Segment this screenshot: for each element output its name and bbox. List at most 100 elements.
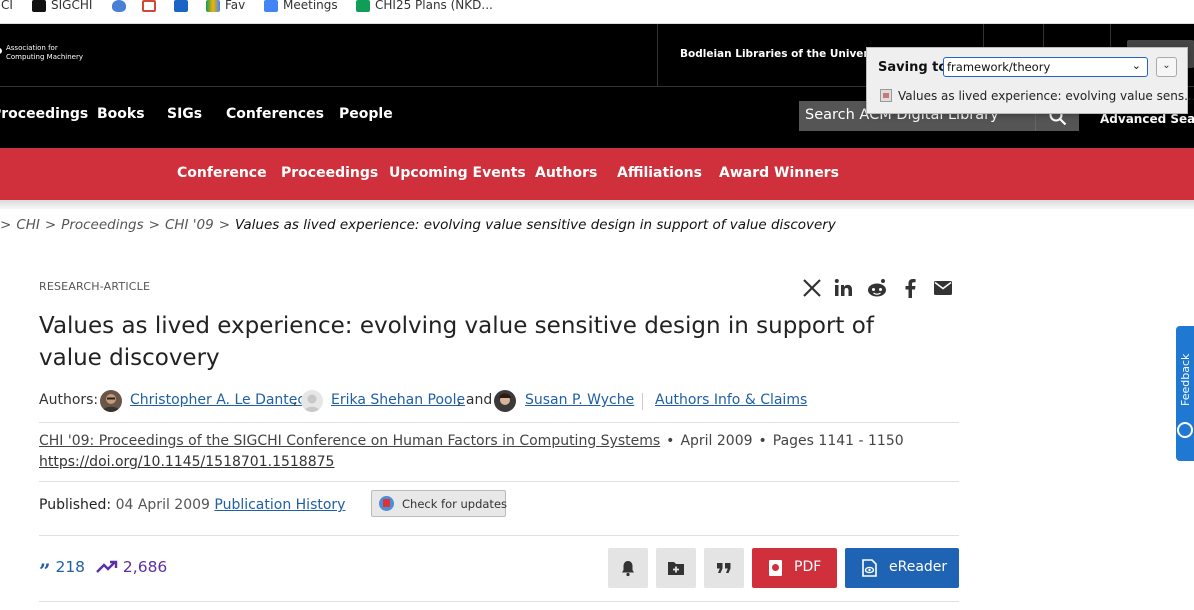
- doi-link[interactable]: https://doi.org/10.1145/1518701.1518875: [39, 454, 334, 470]
- google-docs-icon: [264, 0, 278, 12]
- check-for-updates-button[interactable]: Check for updates: [371, 490, 508, 517]
- crossmark-icon: [379, 496, 394, 511]
- divider: [983, 24, 984, 48]
- subnav-authors[interactable]: Authors: [535, 165, 597, 181]
- advanced-search-link[interactable]: Advanced Search: [1100, 112, 1194, 126]
- nav-conferences[interactable]: Conferences: [226, 106, 324, 122]
- divider: [39, 422, 959, 423]
- saved-item: Values as lived experience: evolving val…: [880, 89, 1194, 103]
- bell-icon: [622, 561, 634, 577]
- bookmark-label: HCI: [0, 0, 13, 12]
- subnav-award-winners[interactable]: Award Winners: [719, 165, 839, 181]
- authors-info-link[interactable]: Authors Info & Claims: [655, 392, 807, 408]
- published-label: Published:: [39, 497, 112, 513]
- author-avatar[interactable]: [301, 390, 323, 412]
- ereader-icon: [862, 559, 877, 577]
- article-title: Values as lived experience: evolving val…: [39, 313, 874, 371]
- outlook-icon: [174, 0, 188, 12]
- author-link[interactable]: Christopher A. Le Dantec: [130, 392, 305, 408]
- bookmark-meetings[interactable]: Meetings: [264, 0, 338, 14]
- publication-history-link[interactable]: Publication History: [214, 497, 345, 513]
- add-to-binder-button[interactable]: [656, 548, 696, 588]
- x-twitter-icon[interactable]: [801, 277, 823, 299]
- bookmark-label: Fav: [225, 0, 246, 12]
- subnav-proceedings[interactable]: Proceedings: [281, 165, 378, 181]
- subnav-affiliations[interactable]: Affiliations: [617, 165, 702, 181]
- blue-drop-icon: [112, 0, 126, 12]
- bullet: •: [758, 433, 767, 449]
- bookmark-hci[interactable]: HCI: [0, 0, 13, 14]
- email-icon[interactable]: [932, 277, 954, 299]
- chevron-down-icon: ⌄: [1162, 60, 1171, 71]
- feedback-icon: [1177, 422, 1193, 438]
- downloads-metric[interactable]: 2,686: [96, 558, 167, 576]
- citations-metric[interactable]: ” 218: [39, 558, 85, 581]
- author-link[interactable]: Susan P. Wyche: [525, 392, 634, 408]
- author-avatar[interactable]: [494, 390, 516, 412]
- zotero-save-popup: Saving to framework/theory ⌄ ⌄ Values as…: [866, 47, 1194, 114]
- bookmark-gmail[interactable]: [142, 0, 161, 14]
- breadcrumb-chi09[interactable]: CHI '09: [165, 217, 214, 233]
- download-count: 2,686: [122, 558, 168, 576]
- expand-popup-button[interactable]: ⌄: [1156, 57, 1177, 77]
- bookmark-blue[interactable]: [112, 0, 131, 14]
- ereader-button[interactable]: eReader: [845, 548, 959, 588]
- article-type: RESEARCH-ARTICLE: [39, 280, 151, 293]
- author-photo-icon: [499, 393, 511, 405]
- published-date: 04 April 2009: [115, 497, 210, 513]
- bookmarks-bar: HCI SIGCHI Fav Meetings CHI25 Plans (NKD…: [0, 0, 1194, 24]
- venue-link[interactable]: CHI '09: Proceedings of the SIGCHI Confe…: [39, 433, 660, 449]
- divider: [39, 535, 959, 536]
- nav-books[interactable]: Books: [97, 106, 145, 122]
- collection-select[interactable]: framework/theory ⌄: [943, 57, 1148, 77]
- default-avatar-icon: [304, 394, 320, 412]
- breadcrumb-chi[interactable]: CHI: [16, 217, 40, 233]
- bookmark-chi25[interactable]: CHI25 Plans (NKD...: [356, 0, 493, 14]
- divider: [1110, 24, 1111, 48]
- subnav-conference[interactable]: Conference: [177, 165, 267, 181]
- reddit-icon[interactable]: [866, 277, 888, 299]
- bookmark-sigchi[interactable]: SIGCHI: [32, 0, 92, 14]
- pdf-label: PDF: [794, 559, 822, 575]
- breadcrumb-separator: >: [0, 217, 12, 233]
- pdf-icon: [769, 560, 782, 576]
- document-icon: [880, 89, 892, 102]
- feedback-tab[interactable]: Feedback: [1176, 326, 1194, 461]
- sigchi-icon: [32, 0, 46, 12]
- nav-proceedings[interactable]: Proceedings: [0, 106, 88, 122]
- author-link[interactable]: Erika Shehan Poole: [331, 392, 465, 408]
- publication-info: CHI '09: Proceedings of the SIGCHI Confe…: [39, 433, 904, 449]
- gmail-icon: [142, 0, 156, 12]
- author-avatar[interactable]: [100, 390, 122, 412]
- bookmark-fav[interactable]: Fav: [206, 0, 245, 14]
- author-photo-icon: [102, 394, 120, 412]
- google-drive-icon: [206, 0, 220, 12]
- alert-button[interactable]: [608, 548, 648, 588]
- article-metrics: ” 218 2,686: [39, 558, 167, 581]
- cite-button[interactable]: [704, 548, 744, 588]
- acm-logo-icon: [0, 48, 2, 54]
- bookmark-label: Meetings: [283, 0, 338, 12]
- bullet: •: [666, 433, 675, 449]
- collection-value: framework/theory: [947, 60, 1051, 74]
- pdf-button[interactable]: PDF: [752, 548, 837, 588]
- breadcrumb-proceedings[interactable]: Proceedings: [61, 217, 143, 233]
- chevron-down-icon: ⌄: [1131, 59, 1141, 72]
- subnav-upcoming-events[interactable]: Upcoming Events: [389, 165, 526, 181]
- nav-people[interactable]: People: [339, 106, 393, 122]
- divider: [657, 24, 658, 86]
- page-range: Pages 1141 - 1150: [772, 433, 904, 449]
- subnav-shadow: [0, 200, 1194, 209]
- linkedin-icon[interactable]: [833, 277, 855, 299]
- quote-icon: ”: [39, 559, 51, 583]
- breadcrumb-current: Values as lived experience: evolving val…: [235, 217, 836, 233]
- authors-label: Authors:: [39, 392, 99, 408]
- nav-sigs[interactable]: SIGs: [167, 106, 202, 122]
- check-updates-label: Check for updates: [402, 497, 508, 511]
- logo-line-2: Computing Machinery: [6, 53, 83, 61]
- facebook-icon[interactable]: [900, 277, 922, 299]
- breadcrumb-separator: >: [218, 217, 231, 233]
- bookmark-outlook[interactable]: [174, 0, 193, 14]
- bookmark-label: SIGCHI: [51, 0, 93, 12]
- author-separator: , and: [457, 392, 493, 408]
